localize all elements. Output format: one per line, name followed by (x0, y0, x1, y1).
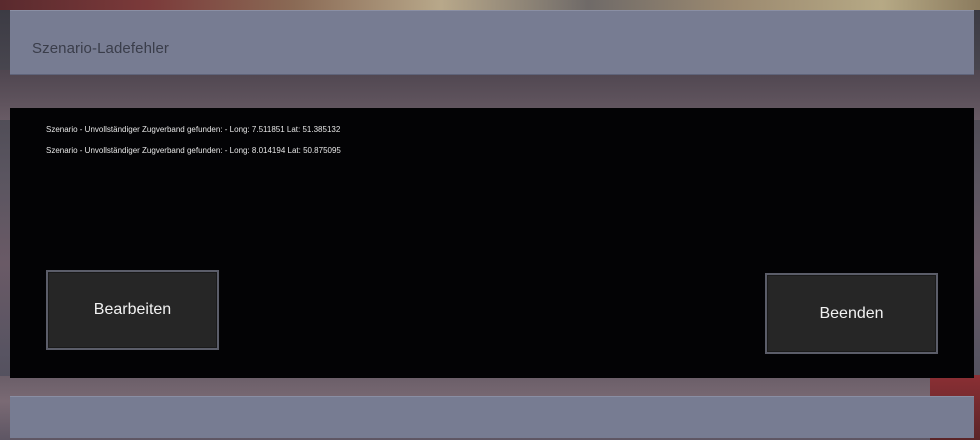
dialog-title-bar: Szenario-Ladefehler (10, 10, 974, 75)
exit-button[interactable]: Beenden (765, 273, 938, 354)
error-log-list: Szenario - Unvollständiger Zugverband ge… (46, 119, 341, 161)
background-scenery-top (0, 0, 980, 10)
game-screen: Szenario-Ladefehler Szenario - Unvollstä… (0, 0, 980, 440)
error-dialog-body: Szenario - Unvollständiger Zugverband ge… (10, 108, 974, 378)
error-log-item: Szenario - Unvollständiger Zugverband ge… (46, 125, 341, 134)
dialog-title: Szenario-Ladefehler (32, 40, 169, 57)
error-log-item: Szenario - Unvollständiger Zugverband ge… (46, 146, 341, 155)
exit-button-label: Beenden (819, 304, 884, 322)
edit-button[interactable]: Bearbeiten (46, 270, 219, 350)
dialog-footer-bar (10, 396, 974, 438)
edit-button-label: Bearbeiten (93, 301, 172, 318)
